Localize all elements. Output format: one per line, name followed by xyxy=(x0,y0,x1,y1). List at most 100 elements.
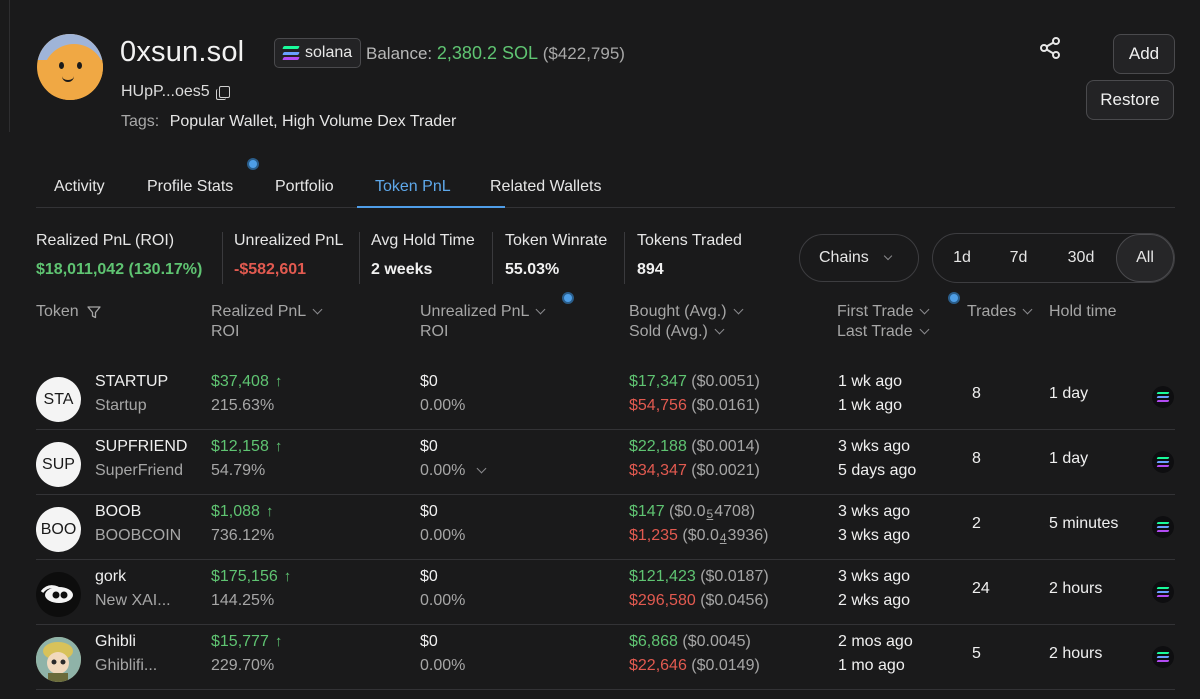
col-hold-time[interactable]: Hold time xyxy=(1049,303,1117,321)
unrealized-roi-value: 0.00% xyxy=(420,462,466,479)
col-unrealized-pnl[interactable]: Unrealized PnL xyxy=(420,303,546,321)
chains-dropdown[interactable]: Chains xyxy=(799,234,919,282)
chains-label: Chains xyxy=(819,249,869,266)
first-trade: 3 wks ago xyxy=(838,503,911,520)
bought-value: $6,868 xyxy=(629,633,678,650)
bought-avg: ($0.0187) xyxy=(700,568,769,585)
trade-count: 8 xyxy=(972,385,981,402)
arrow-up-icon: ↑ xyxy=(283,568,292,585)
col-realized-pnl[interactable]: Realized PnL xyxy=(211,303,323,321)
chevron-down-icon xyxy=(883,251,893,261)
bought-avg: ($0.0045) xyxy=(682,633,751,650)
solana-icon[interactable] xyxy=(1152,581,1174,603)
bought-avg: ($0.0014) xyxy=(691,438,760,455)
stat-value: 2 weeks xyxy=(371,261,433,278)
col-realized-label: Realized PnL xyxy=(211,303,307,320)
realized-roi: 736.12% xyxy=(211,527,275,544)
arrow-up-icon: ↑ xyxy=(265,503,274,520)
filter-icon[interactable] xyxy=(87,305,101,319)
hold-time: 1 day xyxy=(1049,385,1089,402)
unrealized-roi: 0.00% xyxy=(420,397,466,414)
hold-time: 2 hours xyxy=(1049,645,1103,662)
stat-divider xyxy=(492,232,493,284)
stat-realized-pnl: Realized PnL (ROI) $18,011,042 (130.17%) xyxy=(36,232,202,279)
wallet-tags: Tags: Popular Wallet, High Volume Dex Tr… xyxy=(121,113,456,131)
address-text: HUpP...oes5 xyxy=(121,83,210,100)
realized-value: $12,158 xyxy=(211,438,269,455)
stat-unrealized-pnl: Unrealized PnL -$582,601 xyxy=(234,232,343,279)
bought-amount: $121,423 ($0.0187) xyxy=(629,568,769,586)
range-1d[interactable]: 1d xyxy=(933,234,991,282)
col-sold-label: Sold (Avg.) xyxy=(629,323,708,340)
hold-time: 2 hours xyxy=(1049,580,1103,597)
share-icon[interactable] xyxy=(1038,36,1062,60)
stat-value: 55.03% xyxy=(505,261,560,278)
token-symbol[interactable]: Ghibli xyxy=(95,633,136,651)
chain-label: solana xyxy=(305,44,353,61)
token-symbol[interactable]: STARTUP xyxy=(95,373,168,391)
unrealized-pnl: $0 xyxy=(420,568,438,585)
token-symbol[interactable]: gork xyxy=(95,568,126,586)
chevron-down-icon xyxy=(920,304,930,315)
col-bought[interactable]: Bought (Avg.) xyxy=(629,303,743,321)
token-name: New XAI... xyxy=(95,592,171,609)
restore-button[interactable]: Restore xyxy=(1086,80,1174,120)
solana-icon[interactable] xyxy=(1152,386,1174,408)
table-row[interactable]: SUP SUPFRIEND SuperFriend $12,158 ↑ 54.79… xyxy=(36,430,1175,495)
token-avatar-image xyxy=(36,637,81,682)
unrealized-pnl: $0 xyxy=(420,438,438,455)
range-30d[interactable]: 30d xyxy=(1046,234,1116,282)
copy-icon[interactable] xyxy=(215,85,230,100)
solana-icon[interactable] xyxy=(1152,516,1174,538)
tab-related-wallets[interactable]: Related Wallets xyxy=(490,178,601,196)
sold-avg: ($0.0161) xyxy=(691,397,760,414)
range-7d[interactable]: 7d xyxy=(991,234,1046,282)
ghibli-avatar-icon xyxy=(36,637,81,682)
solana-icon[interactable] xyxy=(1152,646,1174,668)
tab-portfolio[interactable]: Portfolio xyxy=(275,178,334,196)
realized-value: $1,088 xyxy=(211,503,260,520)
token-avatar: BOO xyxy=(36,507,81,552)
col-sold[interactable]: Sold (Avg.) xyxy=(629,323,725,341)
col-first-trade[interactable]: First Trade xyxy=(837,303,930,321)
table-row[interactable]: BOO BOOB BOOBCOIN $1,088 ↑ 736.12% $0 0.0… xyxy=(36,495,1175,560)
col-first-label: First Trade xyxy=(837,303,914,320)
tab-activity[interactable]: Activity xyxy=(54,178,105,196)
bought-value: $22,188 xyxy=(629,438,687,455)
notification-dot xyxy=(948,292,960,304)
last-trade: 2 wks ago xyxy=(838,592,911,609)
table-row[interactable]: gork New XAI... $175,156 ↑ 144.25% $0 0.0… xyxy=(36,560,1175,625)
first-trade: 2 mos ago xyxy=(838,633,913,650)
col-token[interactable]: Token xyxy=(36,303,101,321)
range-all[interactable]: All xyxy=(1116,234,1174,282)
sold-value: $34,347 xyxy=(629,462,687,479)
stat-label: Realized PnL (ROI) xyxy=(36,232,175,249)
token-symbol[interactable]: SUPFRIEND xyxy=(95,438,187,456)
col-bought-label: Bought (Avg.) xyxy=(629,303,727,320)
token-symbol[interactable]: BOOB xyxy=(95,503,141,521)
col-trades[interactable]: Trades xyxy=(967,303,1033,321)
solana-icon[interactable] xyxy=(1152,451,1174,473)
realized-roi: 144.25% xyxy=(211,592,275,609)
table-row[interactable]: Ghibli Ghiblifi... $15,777 ↑ 229.70% $0 0… xyxy=(36,625,1175,690)
time-range-selector: 1d 7d 30d All xyxy=(932,233,1175,283)
realized-pnl: $37,408 ↑ xyxy=(211,373,282,391)
tags-value: Popular Wallet, High Volume Dex Trader xyxy=(169,113,457,130)
balance-value: 2,380.2 SOL xyxy=(436,43,538,63)
col-unrealized-roi: ROI xyxy=(420,323,449,340)
chevron-down-icon[interactable] xyxy=(476,463,487,474)
realized-roi: 54.79% xyxy=(211,462,266,479)
last-trade: 1 mo ago xyxy=(838,657,905,674)
hold-time: 5 minutes xyxy=(1049,515,1119,532)
sold-amount: $54,756 ($0.0161) xyxy=(629,397,760,415)
tab-profile-stats[interactable]: Profile Stats xyxy=(147,178,233,196)
col-last-trade[interactable]: Last Trade xyxy=(837,323,930,341)
solana-icon xyxy=(282,46,300,60)
table-row[interactable]: STA STARTUP Startup $37,408 ↑ 215.63% $0 … xyxy=(36,365,1175,430)
add-button[interactable]: Add xyxy=(1113,34,1175,74)
hold-time: 1 day xyxy=(1049,450,1089,467)
tab-token-pnl[interactable]: Token PnL xyxy=(375,178,451,196)
bought-amount: $147 ($0.054708) xyxy=(629,503,755,521)
realized-value: $15,777 xyxy=(211,633,269,650)
realized-roi: 215.63% xyxy=(211,397,275,414)
